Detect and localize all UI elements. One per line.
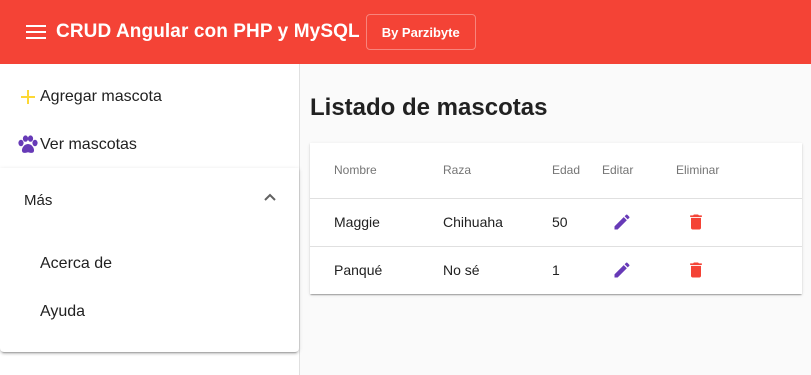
header-eliminar: Eliminar [676,143,802,199]
header-raza: Raza [443,143,552,199]
table-row: Maggie Chihuaha 50 [310,198,802,247]
panel-title: Más [24,191,53,209]
header-editar: Editar [602,143,676,199]
cell-nombre: Maggie [310,198,443,247]
trash-icon[interactable] [684,258,708,282]
sidebar-item-label: Ver mascotas [40,136,137,153]
cell-raza: No sé [443,262,480,279]
sidebar-item-agregar-mascota[interactable]: Agregar mascota [0,73,299,121]
mascotas-table-card: Nombre Raza Edad Editar Eliminar Maggie … [310,143,802,294]
sidebar-item-label: Acerca de [40,255,113,272]
author-button[interactable]: By Parzibyte [365,14,476,50]
sidebar-item-label: Agregar mascota [40,88,162,105]
sidenav: Agregar mascota Ver mascotas Más Acerca … [0,64,300,375]
app-title: CRUD Angular con PHP y MySQL [56,21,360,42]
page-title: Listado de mascotas [310,94,548,121]
pencil-icon[interactable] [610,258,634,282]
trash-icon[interactable] [684,210,708,234]
table-row: Panqué No sé 1 [310,246,802,294]
header-nombre: Nombre [310,143,443,199]
menu-icon[interactable] [24,20,48,44]
cell-edad: 1 [552,262,560,279]
cell-raza: Chihuaha [443,198,552,247]
paw-icon [17,134,39,156]
mas-panel-header[interactable]: Más [0,168,299,232]
sidebar-item-ver-mascotas[interactable]: Ver mascotas [0,121,299,169]
pencil-icon[interactable] [610,210,634,234]
cell-edad: 50 [552,198,602,247]
top-toolbar: CRUD Angular con PHP y MySQL By Parzibyt… [0,0,811,64]
mascotas-table: Nombre Raza Edad Editar Eliminar Maggie … [310,143,802,294]
cell-nombre: Panqué [334,262,383,279]
sidebar-item-ayuda[interactable]: Ayuda [0,288,299,336]
sidebar-item-label: Ayuda [40,303,86,320]
header-edad: Edad [552,143,602,199]
mas-expansion-panel: Más Acerca de Ayuda [0,168,299,352]
table-header-row: Nombre Raza Edad Editar Eliminar [310,143,802,199]
chevron-up-icon [263,190,277,204]
plus-icon [17,86,39,108]
sidebar-item-acerca-de[interactable]: Acerca de [0,240,299,288]
